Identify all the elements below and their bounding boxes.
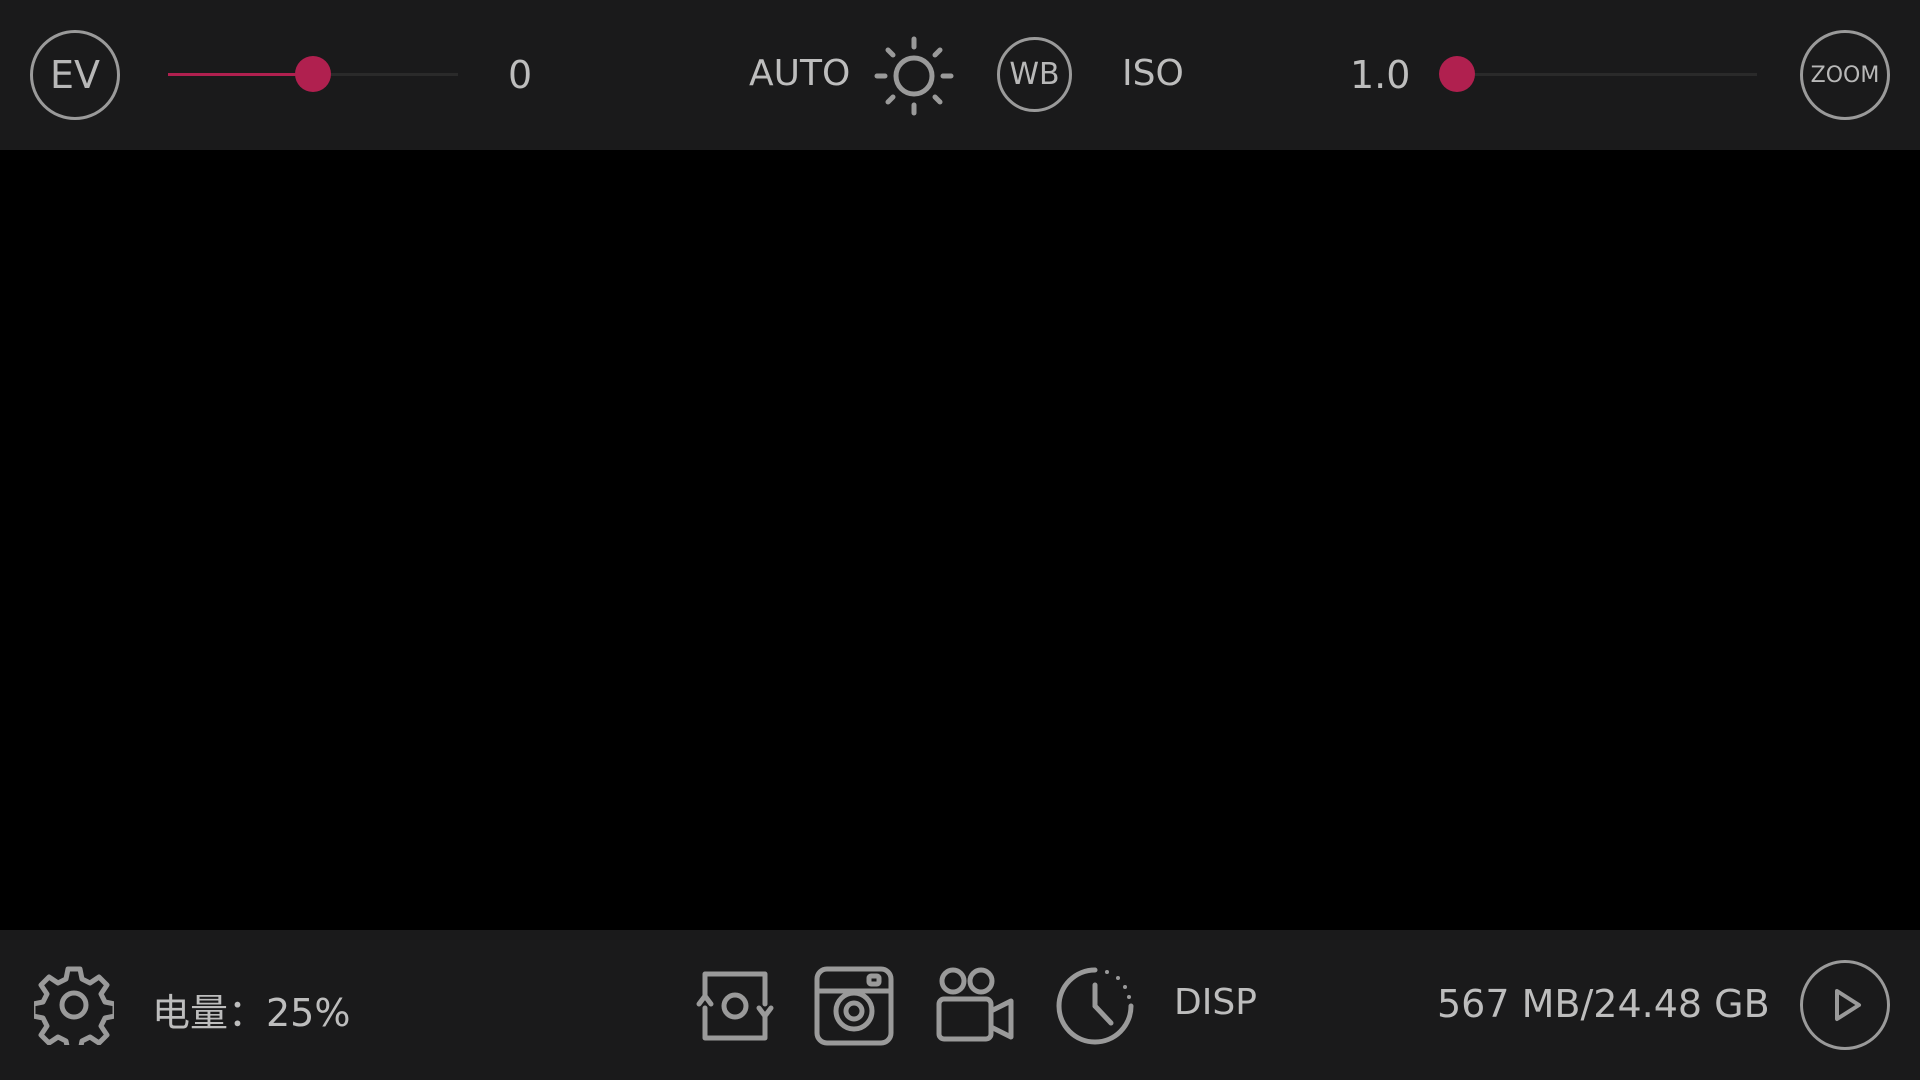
timer-icon[interactable] (1053, 963, 1137, 1049)
play-icon[interactable] (1800, 960, 1890, 1050)
ev-value: 0 (508, 53, 533, 97)
ev-slider-thumb[interactable] (295, 56, 331, 92)
zoom-value: 1.0 (1350, 53, 1411, 97)
zoom-button[interactable]: ZOOM (1800, 30, 1890, 120)
bottom-toolbar: 电量：25% DISP 567 MB/24.48 GB (0, 930, 1920, 1080)
camera-viewfinder[interactable] (0, 150, 1920, 930)
gear-icon[interactable] (34, 965, 114, 1045)
ev-label: EV (49, 53, 100, 97)
switch-camera-icon[interactable] (695, 968, 775, 1044)
zoom-slider-thumb[interactable] (1439, 56, 1475, 92)
camera-icon[interactable] (813, 965, 895, 1047)
ev-slider[interactable] (168, 56, 458, 92)
exposure-mode-label[interactable]: AUTO (749, 53, 850, 94)
sun-icon[interactable] (874, 36, 954, 116)
wb-label: WB (1009, 57, 1060, 92)
zoom-slider[interactable] (1439, 56, 1757, 92)
battery-status: 电量：25% (152, 991, 351, 1035)
video-camera-icon[interactable] (935, 965, 1015, 1047)
storage-status: 567 MB/24.48 GB (1437, 982, 1770, 1026)
iso-button[interactable]: ISO (1122, 53, 1184, 94)
top-toolbar: EV 0 AUTO WB ISO 1.0 ZOOM (0, 0, 1920, 150)
wb-button[interactable]: WB (997, 37, 1072, 112)
disp-button[interactable]: DISP (1174, 982, 1257, 1023)
zoom-label: ZOOM (1810, 62, 1880, 88)
ev-slider-fill (168, 73, 313, 76)
ev-button[interactable]: EV (30, 30, 120, 120)
